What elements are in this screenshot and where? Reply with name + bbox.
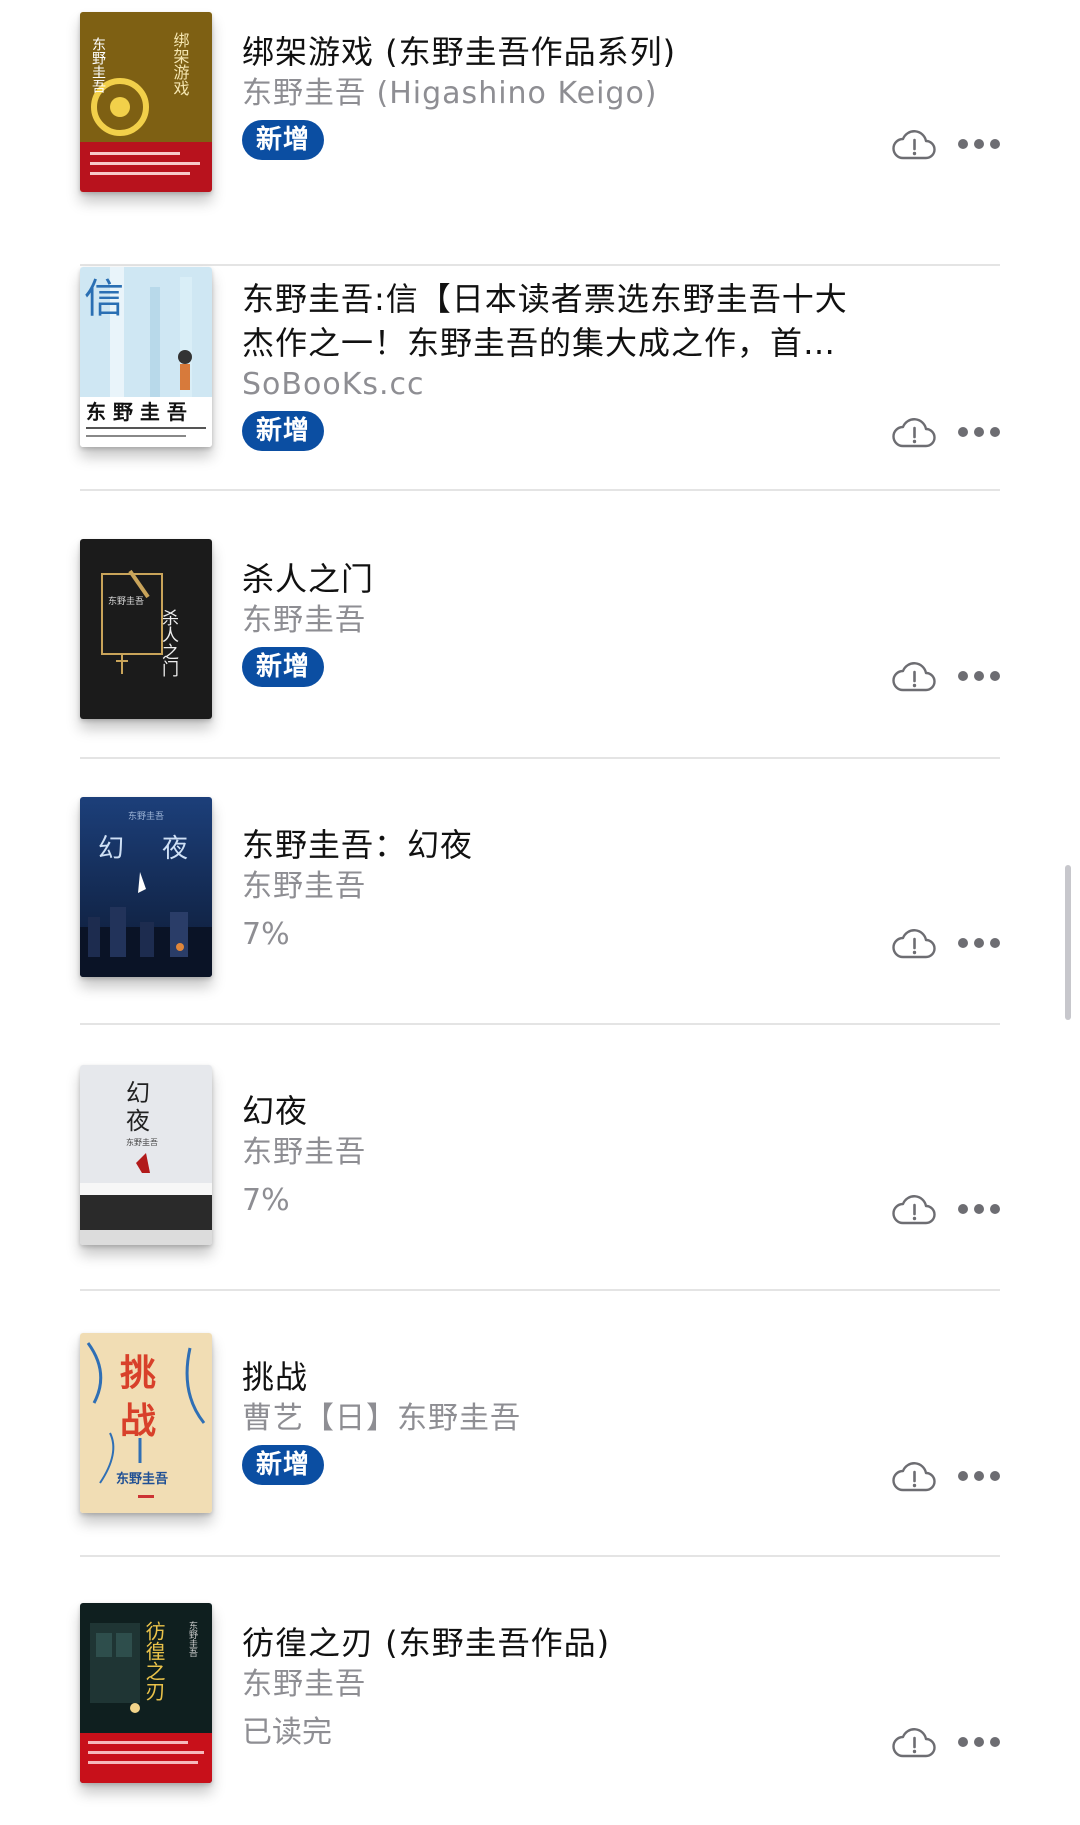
cloud-alert-icon[interactable] bbox=[892, 415, 936, 449]
book-cover[interactable]: 信 东 野 圭 吾 bbox=[80, 267, 212, 447]
more-ellipsis-icon[interactable] bbox=[958, 1471, 1002, 1483]
ellipsis-dot bbox=[958, 938, 968, 948]
book-author: SoBooKs.cc bbox=[242, 367, 425, 402]
svg-text:东 野 圭 吾: 东 野 圭 吾 bbox=[86, 400, 187, 424]
reading-progress: 已读完 bbox=[242, 1715, 332, 1750]
svg-text:东野圭吾: 东野圭吾 bbox=[116, 1471, 168, 1487]
book-row[interactable]: 幻 夜 东野圭吾 幻夜东野圭吾 7% bbox=[80, 1025, 1000, 1291]
book-info: 幻夜东野圭吾 7% bbox=[242, 1089, 862, 1221]
book-title: 挑战 bbox=[242, 1358, 309, 1396]
svg-text:彷徨之刃: 彷徨之刃 bbox=[142, 1621, 166, 1701]
book-row[interactable]: 彷徨之刃 东野圭吾 彷徨之刃 (东野圭吾作品) 东野圭吾已读完 bbox=[80, 1557, 1000, 1823]
new-badge: 新增 bbox=[242, 1445, 325, 1485]
book-cover[interactable]: 幻 夜 东野圭吾 bbox=[80, 1065, 212, 1245]
more-ellipsis-icon[interactable] bbox=[958, 139, 1002, 151]
svg-text:幻: 幻 bbox=[98, 834, 124, 864]
svg-text:信: 信 bbox=[84, 276, 124, 322]
book-row[interactable]: 东野圭吾 杀人之门 杀人之门 东野圭吾 新增 bbox=[80, 493, 1000, 759]
svg-text:东野圭吾: 东野圭吾 bbox=[90, 37, 106, 93]
book-title: 绑架游戏 (东野圭吾作品系列) bbox=[242, 33, 677, 71]
book-author: 东野圭吾 bbox=[242, 1135, 366, 1170]
ellipsis-dot bbox=[990, 1471, 1000, 1481]
book-info: 挑战曹艺【日】东野圭吾新增 bbox=[242, 1355, 862, 1485]
ellipsis-dot bbox=[974, 1204, 984, 1214]
cloud-alert-icon[interactable] bbox=[892, 1192, 936, 1226]
svg-text:夜: 夜 bbox=[126, 1107, 150, 1135]
more-ellipsis-icon[interactable] bbox=[958, 1737, 1002, 1749]
book-author: 东野圭吾 bbox=[242, 869, 366, 904]
book-cover[interactable]: 东野圭吾 绑架游戏 bbox=[80, 12, 212, 192]
book-cover[interactable]: 东野圭吾 杀人之门 bbox=[80, 539, 212, 719]
reading-progress: 7% bbox=[242, 1183, 290, 1218]
reading-progress: 7% bbox=[242, 917, 290, 952]
ellipsis-dot bbox=[958, 1737, 968, 1747]
book-info: 杀人之门东野圭吾新增 bbox=[242, 557, 862, 687]
ellipsis-dot bbox=[958, 1204, 968, 1214]
cloud-alert-icon[interactable] bbox=[892, 659, 936, 693]
book-title: 东野圭吾:信【日本读者票选东野圭吾十大杰作之一！东野圭吾的集大成之作，首部关注犯… bbox=[242, 280, 848, 362]
row-divider bbox=[80, 489, 1000, 491]
book-title: 杀人之门 bbox=[242, 560, 375, 598]
book-author: 曹艺【日】东野圭吾 bbox=[242, 1401, 521, 1436]
ellipsis-dot bbox=[990, 427, 1000, 437]
cloud-alert-icon[interactable] bbox=[892, 127, 936, 161]
book-row[interactable]: 信 东 野 圭 吾 东野圭吾:信【日本读者票选东野圭吾十大杰作之一！东野圭吾的集… bbox=[80, 225, 1000, 491]
ellipsis-dot bbox=[990, 1204, 1000, 1214]
ellipsis-dot bbox=[990, 1737, 1000, 1747]
ellipsis-dot bbox=[990, 671, 1000, 681]
book-info: 东野圭吾：幻夜 东野圭吾 7% bbox=[242, 823, 862, 955]
svg-text:东野圭吾: 东野圭吾 bbox=[187, 1620, 198, 1658]
ellipsis-dot bbox=[990, 938, 1000, 948]
book-title: 东野圭吾：幻夜 bbox=[242, 826, 474, 864]
svg-text:东野圭吾: 东野圭吾 bbox=[108, 595, 144, 607]
new-badge: 新增 bbox=[242, 120, 325, 160]
book-info: 彷徨之刃 (东野圭吾作品) 东野圭吾已读完 bbox=[242, 1621, 862, 1753]
book-author: 东野圭吾 bbox=[242, 1667, 366, 1702]
more-ellipsis-icon[interactable] bbox=[958, 1204, 1002, 1216]
scrollbar[interactable] bbox=[1065, 865, 1071, 1020]
cloud-alert-icon[interactable] bbox=[892, 926, 936, 960]
more-ellipsis-icon[interactable] bbox=[958, 938, 1002, 950]
book-title: 彷徨之刃 (东野圭吾作品) bbox=[242, 1624, 611, 1662]
book-author: 东野圭吾 (Higashino Keigo) bbox=[242, 76, 658, 111]
book-cover[interactable]: 挑 战 东野圭吾 bbox=[80, 1333, 212, 1513]
svg-text:夜: 夜 bbox=[162, 834, 188, 864]
new-badge: 新增 bbox=[242, 411, 325, 451]
book-author: 东野圭吾 bbox=[242, 603, 366, 638]
book-title: 幻夜 bbox=[242, 1092, 309, 1130]
ellipsis-dot bbox=[958, 427, 968, 437]
ellipsis-dot bbox=[974, 1471, 984, 1481]
ellipsis-dot bbox=[974, 139, 984, 149]
cloud-alert-icon[interactable] bbox=[892, 1725, 936, 1759]
book-info: 东野圭吾:信【日本读者票选东野圭吾十大杰作之一！东野圭吾的集大成之作，首部关注犯… bbox=[242, 277, 862, 451]
svg-text:东野圭吾: 东野圭吾 bbox=[126, 1137, 158, 1147]
svg-text:挑: 挑 bbox=[120, 1353, 156, 1394]
book-row[interactable]: 东野圭吾 幻 夜 东野圭吾：幻夜 东野圭吾 7% bbox=[80, 759, 1000, 1025]
more-ellipsis-icon[interactable] bbox=[958, 671, 1002, 683]
book-row[interactable]: 挑 战 东野圭吾 挑战 曹艺【日】东野圭吾 新增 bbox=[80, 1291, 1000, 1557]
ellipsis-dot bbox=[958, 671, 968, 681]
svg-text:战: 战 bbox=[120, 1401, 156, 1442]
book-cover[interactable]: 东野圭吾 幻 夜 bbox=[80, 797, 212, 977]
svg-text:杀人之门: 杀人之门 bbox=[158, 609, 179, 678]
book-cover[interactable]: 彷徨之刃 东野圭吾 bbox=[80, 1603, 212, 1783]
book-info: 绑架游戏 (东野圭吾作品系列) 东野圭吾 (Higashino Keigo) 新增 bbox=[242, 30, 862, 160]
more-ellipsis-icon[interactable] bbox=[958, 427, 1002, 439]
ellipsis-dot bbox=[974, 671, 984, 681]
cloud-alert-icon[interactable] bbox=[892, 1459, 936, 1493]
svg-text:东野圭吾: 东野圭吾 bbox=[128, 810, 164, 822]
ellipsis-dot bbox=[990, 139, 1000, 149]
svg-text:绑架游戏: 绑架游戏 bbox=[171, 32, 190, 97]
ellipsis-dot bbox=[974, 427, 984, 437]
ellipsis-dot bbox=[958, 139, 968, 149]
new-badge: 新增 bbox=[242, 647, 325, 687]
svg-text:幻: 幻 bbox=[126, 1079, 150, 1107]
ellipsis-dot bbox=[958, 1471, 968, 1481]
ellipsis-dot bbox=[974, 1737, 984, 1747]
ellipsis-dot bbox=[974, 938, 984, 948]
